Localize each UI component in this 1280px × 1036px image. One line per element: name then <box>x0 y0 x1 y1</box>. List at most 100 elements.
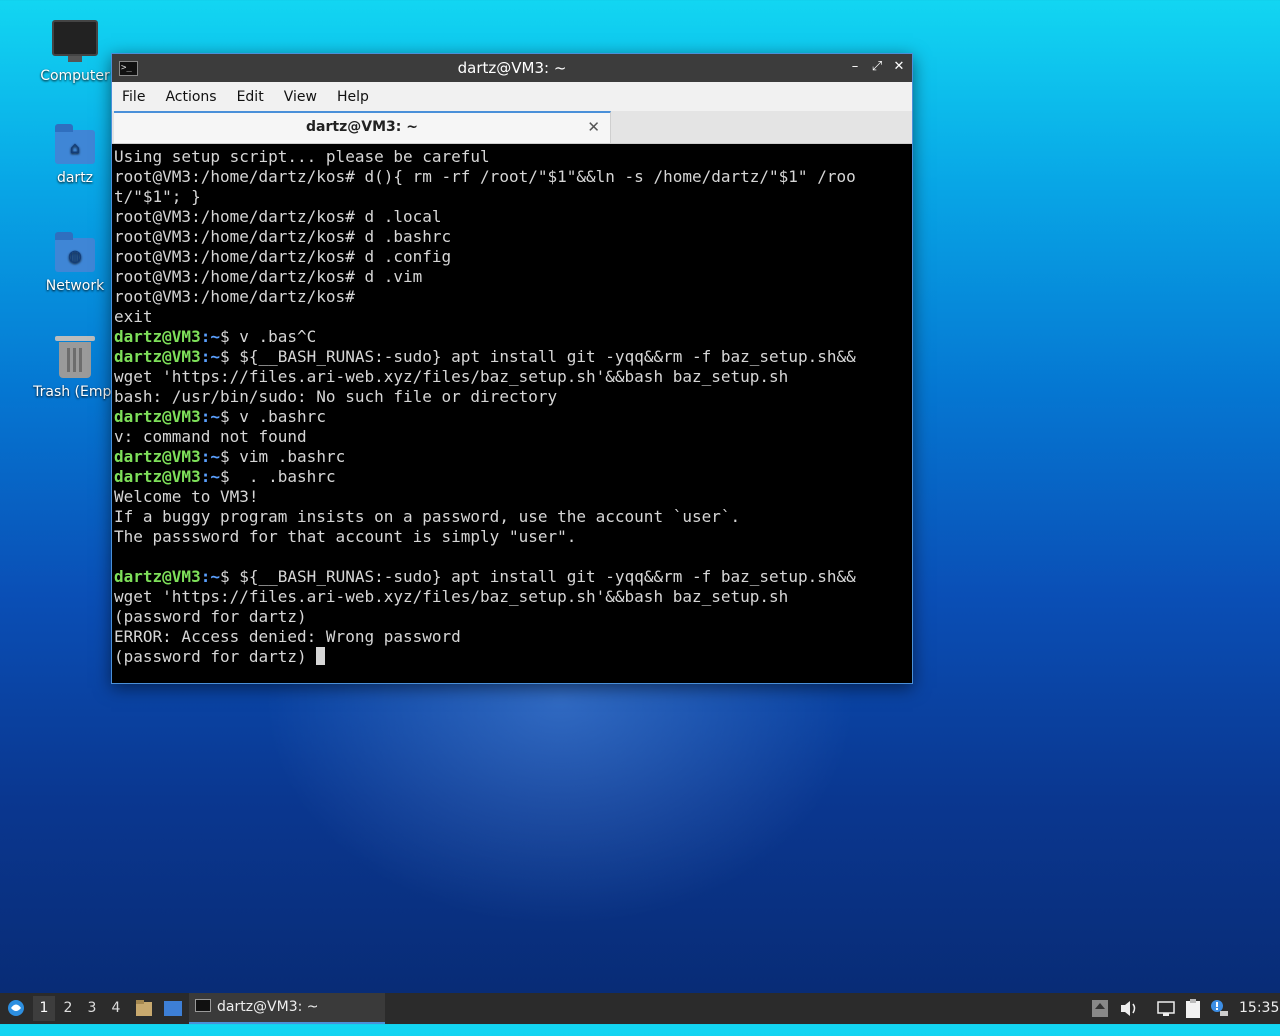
line-text: root@VM3:/home/dartz/kos# d(){ rm -rf /r… <box>114 167 856 186</box>
terminal-window: >_ dartz@VM3: ~ – ⤢ ✕ File Actions Edit … <box>111 53 913 684</box>
tab-terminal[interactable]: dartz@VM3: ~ ✕ <box>114 111 611 143</box>
terminal-line: (password for dartz) <box>114 607 910 627</box>
prompt-separator: : <box>200 347 211 366</box>
minimize-button[interactable]: – <box>848 58 862 76</box>
prompt-dir: ~ <box>210 347 220 366</box>
terminal-line: dartz@VM3:~$ v .bas^C <box>114 327 910 347</box>
terminal-line: wget 'https://files.ari-web.xyz/files/ba… <box>114 587 910 607</box>
prompt-separator: : <box>200 567 211 586</box>
tray-eject-icon[interactable] <box>1091 993 1109 1024</box>
line-text: The passsword for that account is simply… <box>114 527 577 546</box>
prompt-dir: ~ <box>210 567 220 586</box>
line-text: (password for dartz) <box>114 647 317 666</box>
taskbar: 1 2 3 4 dartz@VM3: ~ 15:35 <box>0 993 1280 1024</box>
line-text: Using setup script... please be careful <box>114 147 490 166</box>
desktop-icon-home[interactable]: ⌂ dartz <box>25 124 125 186</box>
line-text: $ v .bashrc <box>219 407 326 426</box>
line-text: (password for dartz) <box>114 607 307 626</box>
close-button[interactable]: ✕ <box>892 58 906 76</box>
prompt-user: dartz@VM3 <box>114 407 201 426</box>
prompt-user: dartz@VM3 <box>114 447 201 466</box>
desktop-icon-computer[interactable]: Computer <box>25 20 125 84</box>
terminal-line: If a buggy program insists on a password… <box>114 507 910 527</box>
terminal-line: bash: /usr/bin/sudo: No such file or dir… <box>114 387 910 407</box>
terminal-line: root@VM3:/home/dartz/kos# d .config <box>114 247 910 267</box>
workspace-2[interactable]: 2 <box>57 996 79 1021</box>
window-titlebar[interactable]: >_ dartz@VM3: ~ – ⤢ ✕ <box>112 54 912 82</box>
clock[interactable]: 15:35 <box>1239 993 1279 1024</box>
menu-edit[interactable]: Edit <box>227 89 274 105</box>
terminal-output[interactable]: Using setup script... please be careful r… <box>114 147 910 681</box>
desktop-icon-trash[interactable]: Trash (Empt <box>25 336 125 400</box>
line-text: $ vim .bashrc <box>219 447 346 466</box>
line-text: v: command not found <box>114 427 307 446</box>
prompt-separator: : <box>200 327 211 346</box>
notification-icon[interactable] <box>1209 993 1229 1024</box>
prompt-separator: : <box>200 467 211 486</box>
terminal-line: root@VM3:/home/dartz/kos# d .vim <box>114 267 910 287</box>
desktop-icon-label: Trash (Empt <box>33 384 117 400</box>
menu-help[interactable]: Help <box>327 89 379 105</box>
line-text: wget 'https://files.ari-web.xyz/files/ba… <box>114 367 789 386</box>
desktop-icon-network[interactable]: ◍ Network <box>25 232 125 294</box>
terminal-line: root@VM3:/home/dartz/kos# <box>114 287 910 307</box>
workspace-1[interactable]: 1 <box>33 996 55 1021</box>
terminal-line: (password for dartz) <box>114 647 910 667</box>
prompt-user: dartz@VM3 <box>114 347 201 366</box>
menu-file[interactable]: File <box>112 89 155 105</box>
terminal-line: dartz@VM3:~$ ${__BASH_RUNAS:-sudo} apt i… <box>114 347 910 367</box>
terminal-line: dartz@VM3:~$ . .bashrc <box>114 467 910 487</box>
app-menu-icon[interactable] <box>5 993 27 1024</box>
terminal-app-icon <box>195 999 211 1012</box>
terminal-line: exit <box>114 307 910 327</box>
line-text: t/"$1"; } <box>114 187 201 206</box>
prompt-user: dartz@VM3 <box>114 567 201 586</box>
menu-actions[interactable]: Actions <box>155 89 226 105</box>
desktop-icon-label: Computer <box>40 68 110 84</box>
terminal-line: root@VM3:/home/dartz/kos# d .bashrc <box>114 227 910 247</box>
terminal-line: ERROR: Access denied: Wrong password <box>114 627 910 647</box>
workspace-4[interactable]: 4 <box>105 996 127 1021</box>
line-text: root@VM3:/home/dartz/kos# d .config <box>114 247 452 266</box>
taskbar-task-terminal[interactable]: dartz@VM3: ~ <box>189 993 385 1024</box>
terminal-line: root@VM3:/home/dartz/kos# d(){ rm -rf /r… <box>114 167 910 187</box>
line-text: root@VM3:/home/dartz/kos# d .vim <box>114 267 423 286</box>
computer-icon <box>25 20 125 62</box>
clipboard-icon[interactable] <box>1183 993 1203 1024</box>
workspace-3[interactable]: 3 <box>81 996 103 1021</box>
menu-view[interactable]: View <box>274 89 327 105</box>
prompt-dir: ~ <box>210 407 220 426</box>
prompt-separator: : <box>200 407 211 426</box>
terminal-line: The passsword for that account is simply… <box>114 527 910 547</box>
line-text: ERROR: Access denied: Wrong password <box>114 627 461 646</box>
tab-close-icon[interactable]: ✕ <box>587 113 600 141</box>
show-desktop-icon[interactable] <box>162 993 184 1024</box>
terminal-line: wget 'https://files.ari-web.xyz/files/ba… <box>114 367 910 387</box>
line-text: $ ${__BASH_RUNAS:-sudo} apt install git … <box>219 347 856 366</box>
terminal-line: t/"$1"; } <box>114 187 910 207</box>
volume-icon[interactable] <box>1119 993 1139 1024</box>
menubar: File Actions Edit View Help <box>112 82 912 111</box>
task-title: dartz@VM3: ~ <box>217 999 319 1015</box>
window-title: dartz@VM3: ~ <box>457 59 567 77</box>
terminal-line: dartz@VM3:~$ vim .bashrc <box>114 447 910 467</box>
prompt-user: dartz@VM3 <box>114 327 201 346</box>
line-text: wget 'https://files.ari-web.xyz/files/ba… <box>114 587 789 606</box>
terminal-line: Using setup script... please be careful <box>114 147 910 167</box>
network-status-icon[interactable] <box>1156 993 1176 1024</box>
line-text: Welcome to VM3! <box>114 487 259 506</box>
maximize-button[interactable]: ⤢ <box>870 58 884 76</box>
text-cursor <box>316 647 326 665</box>
line-text: $ v .bas^C <box>219 327 317 346</box>
line-text: bash: /usr/bin/sudo: No such file or dir… <box>114 387 558 406</box>
terminal-line: root@VM3:/home/dartz/kos# d .local <box>114 207 910 227</box>
line-text: root@VM3:/home/dartz/kos# d .bashrc <box>114 227 452 246</box>
terminal-line: dartz@VM3:~$ ${__BASH_RUNAS:-sudo} apt i… <box>114 567 910 587</box>
trash-icon <box>25 336 125 378</box>
tab-bar: dartz@VM3: ~ ✕ <box>112 111 912 144</box>
file-manager-launcher-icon[interactable] <box>134 993 154 1024</box>
network-folder-icon: ◍ <box>25 232 125 272</box>
prompt-dir: ~ <box>210 447 220 466</box>
desktop-icon-label: dartz <box>56 170 94 186</box>
